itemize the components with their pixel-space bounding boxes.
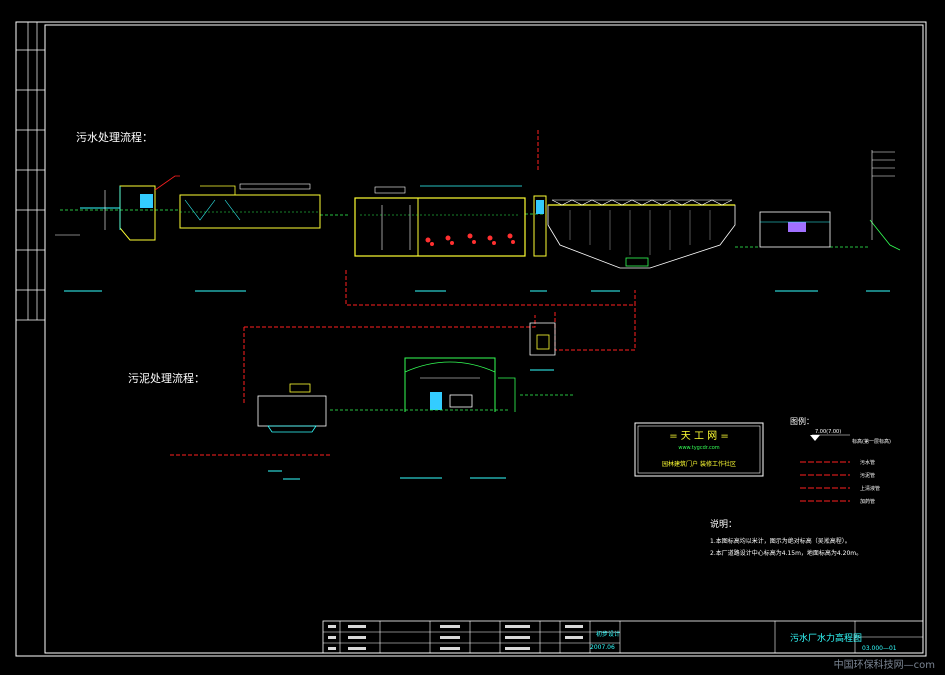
logo-brand: = 天 工 网 =: [669, 430, 728, 442]
drawing-border: [44, 24, 924, 654]
process-drawing: 污水处理流程： 污泥处理流程： = 天 工 网 = www.tygcdr.com…: [15, 21, 935, 671]
notes-title: 说明：: [710, 518, 737, 530]
notes: 说明： 1.本图标高均以米计，图示为绝对标高（吴淞高程）。 2.本厂道路设计中心…: [710, 518, 862, 557]
sludge-outlet: [498, 377, 516, 412]
title-block-drawing-title: 污水厂水力高程图: [790, 632, 862, 644]
sludge-thickener-pump: [529, 322, 556, 356]
legend-level-value: 7.00(7.00): [815, 429, 841, 435]
outer-frame: [15, 21, 927, 657]
title-block-drawing-no: 03.000—01: [862, 645, 897, 652]
notes-line-2: 2.本厂道路设计中心标高为4.15m，地面标高为4.20m。: [710, 549, 862, 557]
unit-label-underlines: [64, 290, 890, 480]
tiangong-logo: = 天 工 网 = www.tygcdr.com 园林建筑门户 装修工作社区: [634, 422, 764, 477]
uv-disinfection-channel: [759, 211, 831, 248]
sewage-flow-heading: 污水处理流程：: [76, 130, 153, 144]
title-block-stage: 初步设计: [596, 630, 620, 638]
dewatering-house: [404, 357, 496, 412]
sludge-flow-heading: 污泥处理流程：: [128, 371, 205, 385]
legend-label-0: 污水管: [860, 459, 875, 466]
sludge-ground-line: [330, 394, 575, 411]
legend-level-caption: 标高(第一层标高): [852, 438, 891, 445]
title-block-date: 2007.06: [590, 644, 615, 651]
notes-line-1: 1.本图标高均以米计，图示为绝对标高（吴淞高程）。: [710, 537, 851, 545]
logo-slogan: 园林建筑门户 装修工作社区: [662, 460, 736, 468]
distribution-well: [533, 195, 547, 257]
sludge-storage-tank: [257, 383, 327, 433]
secondary-clarifier: [547, 199, 736, 269]
ao-biological-tank: [354, 185, 526, 257]
legend-label-1: 污泥管: [860, 472, 875, 479]
watermark: 中国环保科技网—com: [834, 658, 935, 671]
legend-title: 图例：: [790, 416, 814, 426]
logo-url: www.tygcdr.com: [678, 445, 719, 451]
sewage-pipes: [170, 130, 636, 456]
grit-chamber: [179, 183, 321, 229]
title-block: 初步设计 2007.06 污水厂水力高程图 03.000—01: [322, 620, 924, 654]
legend: 图例： 7.00(7.00) 标高(第一层标高) 污水管污泥管上清液管加药管: [790, 416, 891, 505]
binding-strip: [16, 22, 45, 321]
legend-label-2: 上清液管: [860, 485, 880, 492]
coarse-screen-pump-house: [55, 175, 180, 241]
legend-label-3: 加药管: [860, 498, 875, 505]
outfall: [869, 150, 901, 251]
